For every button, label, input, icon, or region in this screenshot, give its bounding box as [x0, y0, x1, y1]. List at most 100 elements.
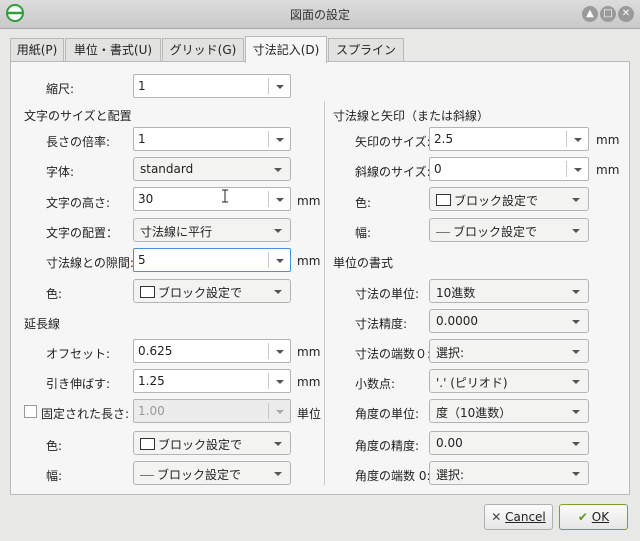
offset-label: オフセット: — [46, 347, 111, 361]
tick-size-input[interactable]: 0 — [429, 157, 589, 181]
dropdown-arrow-icon — [274, 168, 282, 172]
field-value: 選択: — [436, 346, 465, 360]
field-value: 5 — [138, 253, 146, 267]
dropdown-arrow-icon — [276, 410, 284, 414]
arrow-width-select[interactable]: ブロック設定で — [429, 218, 589, 242]
dropdown-arrow-icon — [572, 198, 580, 202]
check-icon: ✔ — [577, 510, 588, 524]
arrow-size-input[interactable]: 2.5 — [429, 127, 589, 151]
scale-label: 縮尺: — [46, 82, 75, 96]
precision-select[interactable]: 0.0000 — [429, 309, 589, 333]
dropdown-arrow-icon — [276, 350, 284, 354]
field-value: 0.00 — [436, 436, 463, 450]
settings-dialog: 図面の設定 ▲ □ ✕ 用紙(P) 単位・書式(U) グリッド(G) 寸法記入(… — [0, 0, 640, 541]
dropdown-arrow-icon — [572, 290, 580, 294]
window-title: 図面の設定 — [289, 8, 350, 22]
length-factor-input[interactable]: 1 — [133, 127, 291, 151]
angle-unit-select[interactable]: 度（10進数） — [429, 399, 589, 423]
angle-precision-select[interactable]: 0.00 — [429, 431, 589, 455]
alignment-select[interactable]: 寸法線に平行 — [133, 218, 291, 242]
tab-dimensions[interactable]: 寸法記入(D) — [245, 36, 327, 63]
dropdown-arrow-icon — [572, 320, 580, 324]
dim-unit-select[interactable]: 10進数 — [429, 279, 589, 303]
field-value: 0.0000 — [436, 314, 478, 328]
extension-color-select[interactable]: ブロック設定で — [133, 431, 291, 455]
field-value: 30 — [138, 192, 154, 206]
dropdown-arrow-icon — [276, 380, 284, 384]
decimal-point-select[interactable]: '.' (ピリオド) — [429, 369, 589, 393]
field-value: ブロック設定で — [140, 436, 242, 453]
fixed-length-label: 固定された長さ: — [41, 407, 130, 421]
dropdown-arrow-icon — [574, 138, 582, 142]
extension-section-title: 延長線 — [24, 317, 61, 331]
field-value: standard — [140, 162, 194, 176]
tab-paper[interactable]: 用紙(P) — [10, 38, 64, 61]
field-value: 0.625 — [138, 344, 173, 358]
line-width-icon — [436, 232, 450, 233]
field-value: 2.5 — [434, 132, 454, 146]
dropdown-arrow-icon — [274, 229, 282, 233]
precision-label: 寸法精度: — [355, 317, 408, 331]
tab-grid[interactable]: グリッド(G) — [162, 38, 244, 61]
dropdown-arrow-icon — [276, 85, 284, 89]
dropdown-separator — [566, 131, 567, 147]
tick-size-unit: mm — [596, 163, 620, 177]
offset-input[interactable]: 0.625 — [133, 339, 291, 363]
maximize-icon[interactable]: □ — [600, 6, 616, 22]
tab-units[interactable]: 単位・書式(U) — [65, 38, 161, 61]
close-icon[interactable]: ✕ — [618, 6, 634, 22]
fixed-length-checkbox[interactable] — [24, 405, 37, 418]
minimize-up-icon[interactable]: ▲ — [582, 6, 598, 22]
gap-input[interactable]: 5 — [133, 248, 291, 272]
arrow-color-select[interactable]: ブロック設定で — [429, 187, 589, 211]
dropdown-arrow-icon — [572, 442, 580, 446]
dropdown-arrow-icon — [572, 229, 580, 233]
zero-suppress-select[interactable]: 選択: — [429, 339, 589, 363]
dropdown-arrow-icon — [274, 442, 282, 446]
field-value: ブロック設定で — [436, 192, 538, 209]
dropdown-separator — [268, 131, 269, 147]
field-value: 10進数 — [436, 286, 476, 300]
color-swatch-icon — [436, 194, 451, 206]
arrow-color-label: 色: — [355, 196, 372, 210]
dropdown-arrow-icon — [572, 380, 580, 384]
fixed-length-unit: 単位 — [297, 407, 322, 421]
column-divider — [324, 101, 325, 485]
dropdown-arrow-icon — [574, 168, 582, 172]
font-label: 字体: — [46, 165, 75, 179]
extend-input[interactable]: 1.25 — [133, 369, 291, 393]
extension-width-select[interactable]: ブロック設定で — [133, 461, 291, 485]
dropdown-arrow-icon — [572, 350, 580, 354]
extend-label: 引き伸ばす: — [46, 377, 111, 391]
field-value: ブロック設定で — [436, 223, 537, 240]
text-section-title: 文字のサイズと配置 — [24, 109, 132, 123]
dropdown-separator — [268, 191, 269, 207]
field-value: 度（10進数） — [436, 406, 512, 420]
dropdown-separator — [566, 161, 567, 177]
font-select[interactable]: standard — [133, 157, 291, 181]
text-color-select[interactable]: ブロック設定で — [133, 279, 291, 303]
cancel-x-icon: ✕ — [491, 510, 502, 524]
dropdown-separator — [268, 343, 269, 359]
dropdown-separator — [268, 78, 269, 94]
scale-input[interactable]: 1 — [133, 74, 291, 98]
cancel-button[interactable]: ✕ Cancel — [484, 504, 553, 530]
tab-spline[interactable]: スプライン — [328, 38, 404, 61]
dropdown-separator — [268, 252, 269, 268]
offset-unit: mm — [297, 345, 321, 359]
field-value: 1 — [138, 79, 146, 93]
field-value: 1.00 — [138, 404, 165, 418]
tick-size-label: 斜線のサイズ: — [355, 165, 431, 179]
fixed-length-input[interactable]: 1.00 — [133, 399, 291, 423]
text-height-unit: mm — [297, 194, 321, 208]
arrow-size-unit: mm — [596, 133, 620, 147]
field-value: '.' (ピリオド) — [436, 376, 508, 390]
color-swatch-icon — [140, 286, 155, 298]
color-swatch-icon — [140, 438, 155, 450]
ok-button[interactable]: ✔ OK — [559, 504, 628, 530]
angle-zero-select[interactable]: 選択: — [429, 461, 589, 485]
field-value: 選択: — [436, 468, 465, 482]
dropdown-arrow-icon — [572, 472, 580, 476]
text-height-input[interactable]: 30 — [133, 187, 291, 211]
format-section-title: 単位の書式 — [333, 256, 394, 270]
